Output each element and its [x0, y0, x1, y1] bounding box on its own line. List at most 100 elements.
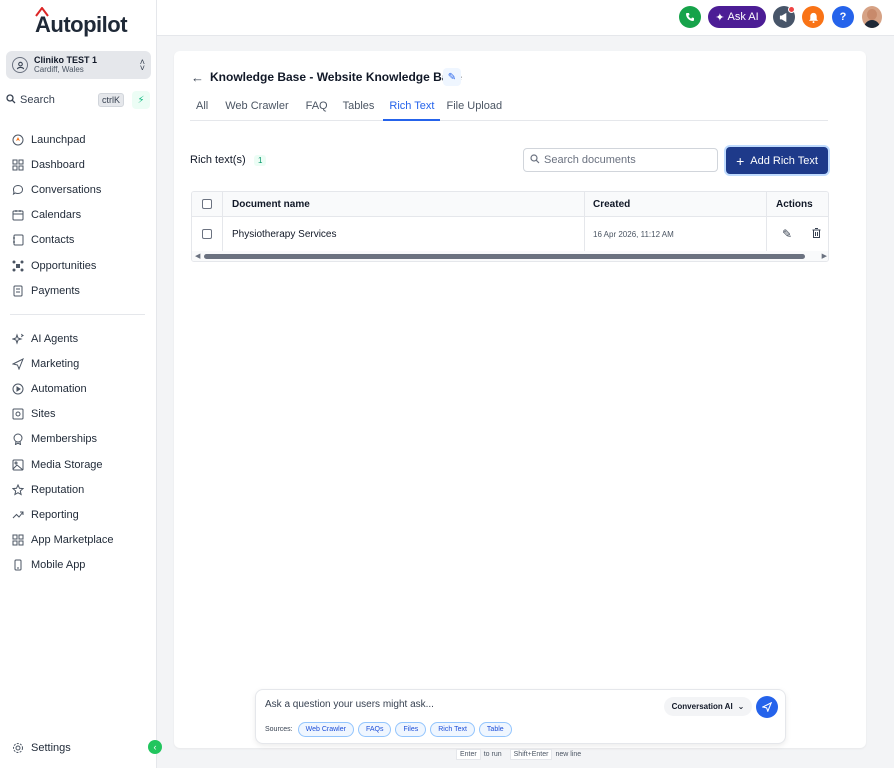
account-avatar-icon [12, 57, 28, 73]
sources-row: Sources: Web Crawler FAQs Files Rich Tex… [265, 722, 516, 737]
horizontal-scrollbar[interactable]: ◀ ▶ [192, 251, 828, 261]
help-button[interactable]: ? [832, 6, 854, 28]
tab-rich-text[interactable]: Rich Text [383, 99, 441, 121]
sidebar-item-automation[interactable]: Automation [0, 376, 157, 401]
column-header-actions: Actions [776, 198, 813, 210]
actions-cell: ✎ [767, 217, 828, 251]
source-chip-table[interactable]: Table [478, 722, 512, 737]
calendar-icon [11, 209, 24, 222]
sidebar-item-settings[interactable]: Settings [0, 735, 157, 760]
back-arrow-icon[interactable]: ← [191, 70, 204, 85]
scrollbar-thumb[interactable] [204, 254, 805, 259]
tab-all[interactable]: All [190, 99, 214, 121]
automation-icon [11, 382, 24, 395]
send-button[interactable] [756, 696, 778, 718]
sidebar-item-media-storage[interactable]: Media Storage [0, 452, 157, 477]
sidebar-item-ai-agents[interactable]: AI Agents [0, 326, 157, 351]
pencil-icon: ✎ [447, 71, 457, 83]
row-checkbox[interactable] [202, 229, 212, 239]
sidebar-item-dashboard[interactable]: Dashboard [0, 152, 157, 177]
conversation-mode-select[interactable]: Conversation AI ⌄ [664, 697, 752, 716]
sidebar-item-label: App Marketplace [31, 534, 114, 547]
column-header-name[interactable]: Document name [223, 192, 585, 216]
search-label: Search [20, 94, 55, 106]
account-switcher[interactable]: Cliniko TEST 1 Cardiff, Wales ˄ ˅ [6, 51, 151, 79]
ask-ai-label: Ask AI [727, 11, 759, 23]
sidebar-item-conversations[interactable]: Conversations [0, 177, 157, 202]
gear-icon [11, 741, 24, 754]
tab-faq[interactable]: FAQ [300, 99, 334, 121]
sidebar-item-opportunities[interactable]: Opportunities [0, 253, 157, 278]
send-icon [762, 702, 772, 712]
sidebar-item-memberships[interactable]: Memberships [0, 427, 157, 452]
sidebar-item-reputation[interactable]: Reputation [0, 477, 157, 502]
sidebar-item-label: Marketing [31, 357, 80, 370]
sidebar-item-label: Mobile App [31, 559, 86, 572]
sidebar-item-label: AI Agents [31, 332, 79, 345]
settings-section: Settings [0, 735, 157, 760]
grid-icon [11, 158, 24, 171]
rocket-icon [11, 133, 24, 146]
megaphone-icon [779, 12, 786, 22]
select-all-checkbox[interactable] [202, 199, 212, 209]
scroll-left-icon[interactable]: ◀ [195, 252, 200, 260]
table-row[interactable]: Physiotherapy Services 16 Apr 2026, 11:1… [192, 217, 828, 251]
search-icon [530, 153, 540, 167]
ask-question-input[interactable] [265, 699, 645, 710]
search-documents-input[interactable] [544, 154, 704, 166]
source-chip-files[interactable]: Files [395, 722, 427, 737]
bolt-icon[interactable]: ⚡ [132, 91, 150, 109]
source-chip-web-crawler[interactable]: Web Crawler [297, 722, 354, 737]
payments-icon [11, 284, 24, 297]
add-rich-text-button[interactable]: + Add Rich Text [726, 147, 828, 174]
sidebar-collapse-button[interactable]: ‹ [148, 740, 162, 754]
sidebar-item-mobile-app[interactable]: Mobile App [0, 553, 157, 578]
phone-button[interactable] [679, 6, 701, 28]
badge-icon [11, 433, 24, 446]
sidebar-item-payments[interactable]: Payments [0, 278, 157, 303]
edit-title-button[interactable]: ✎ [443, 68, 461, 86]
avatar-body [864, 20, 880, 28]
sidebar-item-reporting[interactable]: Reporting [0, 502, 157, 527]
tab-web-crawler[interactable]: Web Crawler [219, 99, 294, 121]
nav-secondary: AI Agents Marketing Automation Sites Mem… [0, 326, 157, 578]
user-avatar[interactable] [862, 6, 882, 28]
notifications-button[interactable] [802, 6, 824, 28]
delete-document-icon[interactable] [812, 227, 821, 241]
sidebar-item-launchpad[interactable]: Launchpad [0, 127, 157, 152]
tab-bar: All Web Crawler FAQ Tables Rich Text Fil… [190, 99, 828, 121]
sidebar-item-label: Reputation [31, 483, 85, 496]
sidebar-item-marketing[interactable]: Marketing [0, 351, 157, 376]
created-date: 16 Apr 2026, 11:12 AM [593, 229, 674, 239]
sidebar-item-calendars[interactable]: Calendars [0, 203, 157, 228]
column-header-created[interactable]: Created [585, 192, 767, 216]
avatar-head [867, 9, 877, 20]
edit-document-icon[interactable]: ✎ [782, 227, 792, 241]
tab-file-upload[interactable]: File Upload [440, 99, 508, 121]
sidebar-item-contacts[interactable]: Contacts [0, 228, 157, 253]
mobile-icon [11, 559, 24, 572]
tab-tables[interactable]: Tables [337, 99, 381, 121]
scroll-right-icon[interactable]: ▶ [822, 252, 827, 260]
chat-icon [11, 183, 24, 196]
sidebar-search[interactable]: Search ctrlK [6, 91, 124, 109]
source-chip-rich-text[interactable]: Rich Text [430, 722, 475, 737]
sparkle-icon [11, 332, 24, 345]
sidebar-item-app-marketplace[interactable]: App Marketplace [0, 528, 157, 553]
announcements-button[interactable] [773, 6, 795, 28]
logo[interactable]: Autopilot [35, 7, 128, 39]
sidebar-item-label: Automation [31, 382, 87, 395]
source-chip-faqs[interactable]: FAQs [357, 722, 392, 737]
opportunities-icon [11, 259, 24, 272]
add-rich-text-label: Add Rich Text [750, 154, 818, 167]
document-name[interactable]: Physiotherapy Services [232, 229, 337, 240]
page-title: Knowledge Base - Website Knowledge Base [210, 70, 462, 84]
account-location: Cardiff, Wales [34, 65, 84, 74]
documents-table: Document name Created Actions Physiother… [191, 191, 829, 262]
sidebar-item-sites[interactable]: Sites [0, 402, 157, 427]
document-name-cell: Physiotherapy Services [223, 217, 585, 251]
ask-ai-button[interactable]: ✦ Ask AI [708, 6, 766, 28]
send-icon [11, 357, 24, 370]
top-bar: ✦ Ask AI ? [157, 0, 894, 36]
plus-icon: + [736, 152, 745, 169]
